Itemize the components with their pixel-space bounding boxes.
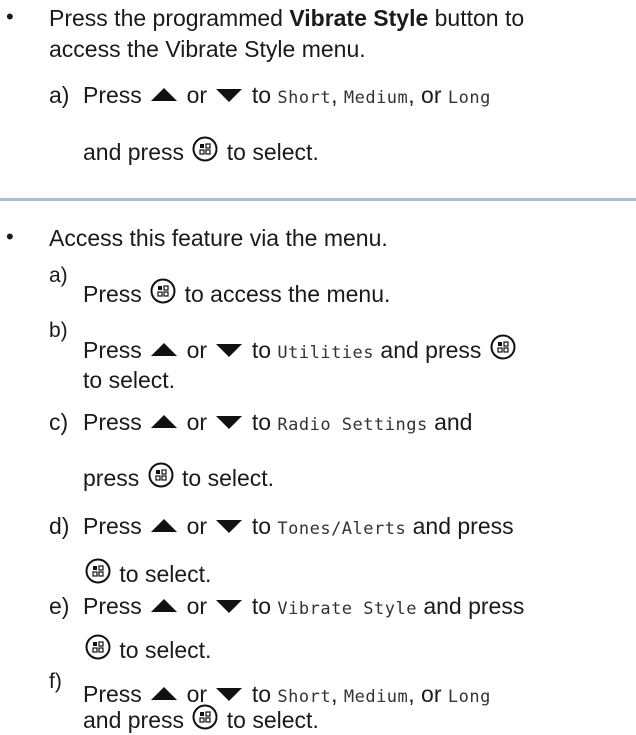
step-text: to select. bbox=[226, 139, 319, 165]
up-arrow-icon bbox=[151, 415, 178, 429]
down-arrow-icon bbox=[216, 600, 243, 614]
step-letter: a) bbox=[49, 264, 68, 287]
step-text: and press bbox=[423, 593, 525, 619]
step-a-line-2: and press to select. bbox=[83, 136, 319, 167]
step-text: Press bbox=[83, 281, 142, 307]
step-text: to bbox=[251, 337, 271, 363]
step-text: or bbox=[186, 513, 208, 539]
menu-ok-button-icon bbox=[490, 334, 516, 360]
menu-item-radio-settings: Radio Settings bbox=[277, 415, 428, 435]
step-c-line-1: Press or to Radio Settings and bbox=[83, 408, 472, 439]
step-text: and bbox=[434, 409, 473, 435]
option-medium: Medium bbox=[343, 88, 409, 108]
step-text: to access the menu. bbox=[184, 281, 391, 307]
menu-item-tones-alerts: Tones/Alerts bbox=[277, 519, 407, 539]
menu-ok-button-icon bbox=[85, 558, 111, 584]
step-letter: a) bbox=[49, 82, 70, 108]
step-text: Press bbox=[83, 513, 142, 539]
step-text: press bbox=[83, 465, 140, 491]
step-d-line-2: to select. bbox=[83, 558, 212, 589]
step-text: , bbox=[331, 82, 338, 108]
step-letter: d) bbox=[49, 513, 70, 539]
step-text: to select. bbox=[119, 637, 212, 663]
step-text: to select. bbox=[119, 561, 212, 587]
option-medium: Medium bbox=[343, 687, 409, 707]
step-text: and press bbox=[412, 513, 514, 539]
down-arrow-icon bbox=[216, 520, 243, 534]
step-letter: e) bbox=[49, 593, 70, 619]
step-text: Press bbox=[83, 681, 142, 707]
up-arrow-icon bbox=[151, 343, 178, 357]
step-text: , or bbox=[408, 82, 442, 108]
step-text: Press bbox=[83, 593, 142, 619]
down-arrow-icon bbox=[216, 89, 243, 103]
menu-item-utilities: Utilities bbox=[277, 343, 375, 363]
step-text: or bbox=[186, 82, 208, 108]
menu-ok-button-icon bbox=[150, 278, 176, 304]
intro-bold-text: Vibrate Style bbox=[289, 5, 429, 31]
step-text: or bbox=[186, 337, 208, 363]
up-arrow-icon bbox=[151, 88, 178, 102]
step-letter: b) bbox=[49, 319, 68, 342]
step-text: Press bbox=[83, 337, 142, 363]
option-short: Short bbox=[277, 88, 332, 108]
intro-line-2: access the Vibrate Style menu. bbox=[49, 36, 366, 62]
menu-ok-button-icon bbox=[192, 136, 218, 162]
step-f-line-2: and press to select. bbox=[83, 704, 319, 735]
step-text: or bbox=[186, 593, 208, 619]
up-arrow-icon bbox=[151, 519, 178, 533]
down-arrow-icon bbox=[216, 416, 243, 430]
step-text: and press bbox=[83, 139, 185, 165]
menu-ok-button-icon bbox=[148, 462, 174, 488]
down-arrow-icon bbox=[216, 688, 243, 702]
step-text: and press bbox=[380, 337, 482, 363]
step-c-line-2: press to select. bbox=[83, 462, 275, 493]
option-long: Long bbox=[447, 88, 491, 108]
step-text: and press bbox=[83, 707, 191, 733]
step-b-line-2: to select. bbox=[83, 367, 176, 393]
step-text: to bbox=[251, 513, 271, 539]
down-arrow-icon bbox=[216, 344, 243, 358]
step-text: Press bbox=[83, 82, 142, 108]
step-b-line-1: Press or to Utilities and press bbox=[83, 334, 518, 367]
section-divider bbox=[0, 198, 636, 201]
step-letter: c) bbox=[49, 409, 69, 435]
option-long: Long bbox=[447, 687, 491, 707]
step-text: , bbox=[331, 681, 338, 707]
menu-item-vibrate-style: Vibrate Style bbox=[277, 599, 417, 619]
step-text: to select. bbox=[220, 707, 319, 733]
up-arrow-icon bbox=[151, 687, 178, 701]
step-text: , or bbox=[408, 681, 442, 707]
step-a-line: Press to access the menu. bbox=[83, 278, 391, 309]
bullet: • bbox=[6, 4, 14, 29]
step-text: to bbox=[251, 409, 271, 435]
step-e-line-2: to select. bbox=[83, 634, 212, 665]
option-short: Short bbox=[277, 687, 332, 707]
step-text: to bbox=[251, 593, 271, 619]
step-text: to select. bbox=[182, 465, 275, 491]
step-text: or bbox=[186, 409, 208, 435]
step-text: to bbox=[251, 82, 271, 108]
intro-line-1: Press the programmed Vibrate Style butto… bbox=[49, 4, 524, 32]
up-arrow-icon bbox=[151, 599, 178, 613]
menu-ok-button-icon bbox=[85, 634, 111, 660]
step-text: Press bbox=[83, 409, 142, 435]
step-letter: f) bbox=[49, 670, 62, 693]
section2-intro: Access this feature via the menu. bbox=[49, 225, 388, 251]
bullet: • bbox=[6, 224, 14, 249]
step-d-line-1: Press or to Tones/Alerts and press bbox=[83, 512, 514, 543]
step-text: to bbox=[251, 681, 271, 707]
intro-text-end: button to bbox=[428, 5, 525, 31]
menu-ok-button-icon bbox=[192, 704, 218, 730]
intro-text: Press the programmed bbox=[49, 5, 290, 31]
step-e-line-1: Press or to Vibrate Style and press bbox=[83, 592, 524, 623]
step-a-line-1: Press or to Short, Medium, or Long bbox=[83, 81, 491, 112]
